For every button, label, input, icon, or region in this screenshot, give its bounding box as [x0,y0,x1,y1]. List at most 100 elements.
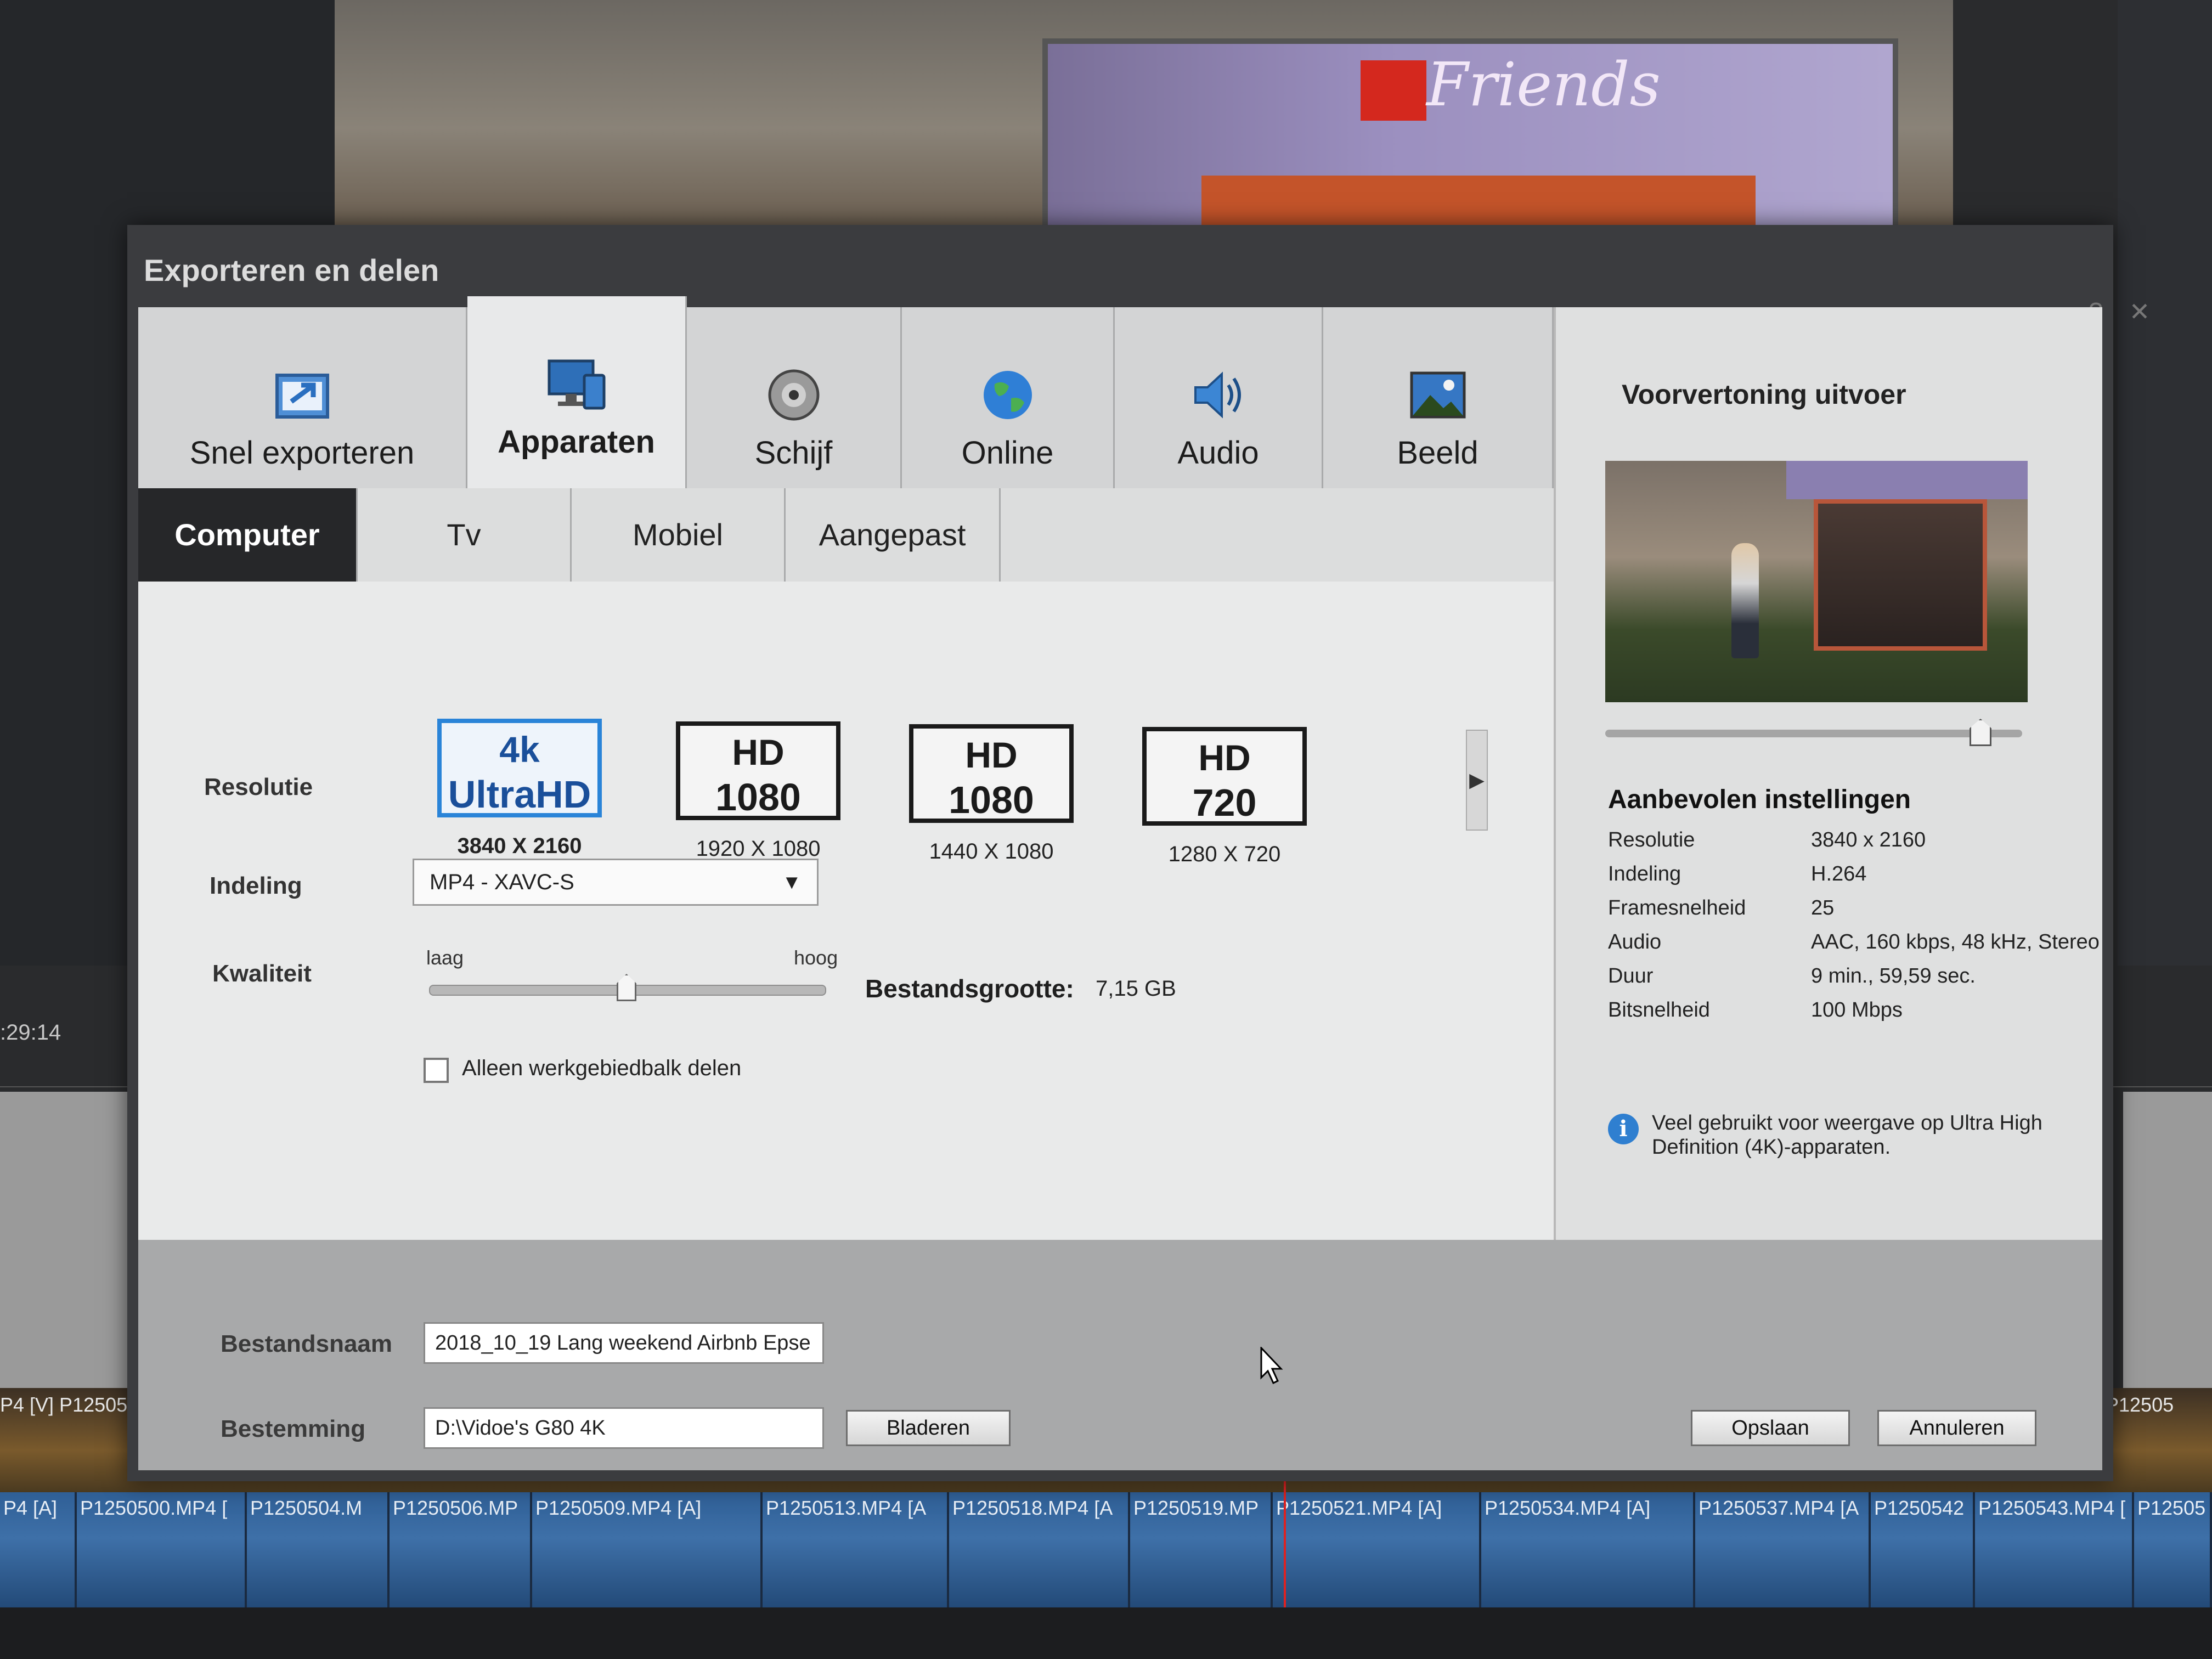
destination-label: Bestemming [221,1415,366,1442]
audio-clip[interactable]: P1250506.MP [390,1492,532,1607]
subtab-computer[interactable]: Computer [138,488,358,582]
save-button[interactable]: Opslaan [1691,1410,1850,1446]
audio-clip[interactable]: P1250537.MP4 [A [1695,1492,1871,1607]
quality-label: Kwaliteit [212,960,312,987]
audio-clip[interactable]: P1250521.MP4 [A] [1273,1492,1481,1607]
quality-low-label: laag [426,946,464,969]
tab-online[interactable]: Online [902,307,1115,488]
recommended-value: H.264 [1811,862,1867,885]
resolution-line1: HD [732,732,785,772]
resolution-line2: UltraHD [448,773,591,816]
resolution-line2: 1080 [715,776,801,819]
info-icon: i [1608,1114,1639,1144]
audio-clip[interactable]: P1250518.MP4 [A [949,1492,1130,1607]
workarea-only-checkbox[interactable] [424,1058,449,1083]
audio-clip[interactable]: P1250519.MP [1130,1492,1273,1607]
mouse-cursor-icon [1260,1347,1283,1385]
resolution-line2: 720 [1192,781,1257,824]
tab-apparaten[interactable]: Apparaten [467,296,687,488]
format-value: MP4 - XAVC-S [430,870,574,894]
resolution-scroll-right-button[interactable]: ▶ [1466,730,1488,831]
editor-bottom-area [0,1607,2212,1659]
subtab-bar-filler [1001,488,1554,582]
resolution-line1: HD [1198,737,1251,778]
quality-high-label: hoog [794,946,838,969]
browse-button[interactable]: Bladeren [846,1410,1011,1446]
recommended-value: 25 [1811,896,1835,919]
recommended-key: Bitsnelheid [1608,998,1710,1022]
audio-clip[interactable]: P12505 [2134,1492,2212,1607]
recommended-value: 100 Mbps [1811,998,1903,1022]
audio-clip[interactable]: P1250509.MP4 [A] [532,1492,763,1607]
resolution-option-hd1080-1440[interactable]: HD 1080 [909,724,1074,823]
resolution-option-hd720[interactable]: HD 720 [1142,727,1307,826]
subtab-aangepast[interactable]: Aangepast [786,488,1001,582]
resolution-caption: 3840 X 2160 [457,834,582,858]
destination-input[interactable]: D:\Vidoe's G80 4K [424,1407,824,1449]
audio-clip[interactable]: P4 [A] [0,1492,77,1607]
resolution-caption: 1920 X 1080 [696,837,821,861]
filename-input[interactable]: 2018_10_19 Lang weekend Airbnb Epse [424,1322,824,1364]
recommended-key: Indeling [1608,862,1681,885]
preview-person [1731,543,1759,658]
audio-clip[interactable]: P1250534.MP4 [A] [1481,1492,1695,1607]
disc-icon [761,368,827,422]
audio-clip[interactable]: P1250504.M [247,1492,390,1607]
resolution-option-4k[interactable]: 4k UltraHD [437,719,602,817]
audio-clip[interactable]: P1250543.MP4 [ [1975,1492,2134,1607]
subtab-tv[interactable]: Tv [358,488,572,582]
subtab-mobiel[interactable]: Mobiel [572,488,786,582]
video-track-label-right: P12505 [2106,1393,2174,1416]
audio-clip[interactable]: P1250513.MP4 [A [763,1492,949,1607]
globe-icon [975,368,1041,422]
format-label: Indeling [210,872,302,899]
resolution-label: Resolutie [204,774,313,800]
lego-logo [1361,60,1426,121]
timeline-audio-track[interactable]: P4 [A] P1250500.MP4 [ P1250504.M P125050… [0,1492,2212,1607]
tab-beeld[interactable]: Beeld [1323,307,1554,488]
export-dialog: Exporteren en delen ? ✕ Snel exporteren … [127,225,2150,1481]
preview-scrub-track[interactable] [1605,730,2022,737]
tab-label: Snel exporteren [189,435,415,471]
chevron-down-icon: ▼ [782,871,802,893]
resolution-caption: 1440 X 1080 [929,839,1054,864]
tab-label: Online [961,435,1054,471]
recommended-key: Duur [1608,964,1654,988]
recommended-key: Audio [1608,930,1662,953]
close-icon[interactable]: ✕ [2124,296,2155,327]
recommended-key: Framesnelheid [1608,896,1746,919]
audio-clip[interactable]: P1250542 [1871,1492,1975,1607]
preview-panel: Voorvertoning uitvoer Aanbevolen instell… [1554,307,2102,1240]
cancel-button[interactable]: Annuleren [1877,1410,2036,1446]
dialog-title: Exporteren en delen [144,253,439,287]
timeline-timecode: :29:14 [0,1020,61,1045]
audio-clip[interactable]: P1250500.MP4 [ [77,1492,247,1607]
recommended-value: AAC, 160 kbps, 48 kHz, Stereo [1811,930,2100,953]
preview-banner [1786,461,2028,499]
format-dropdown[interactable]: MP4 - XAVC-S ▼ [413,859,819,906]
editor-right-panel [2118,0,2212,966]
tab-audio[interactable]: Audio [1115,307,1323,488]
tab-label: Apparaten [498,424,655,460]
resolution-option-hd1080-1920[interactable]: HD 1080 [676,721,840,820]
recommended-value: 9 min., 59,59 sec. [1811,964,1976,988]
preview-scrub-thumb[interactable] [1970,719,1991,746]
devices-icon [544,357,610,411]
speaker-icon [1186,368,1251,422]
tab-snel-exporteren[interactable]: Snel exporteren [138,307,467,488]
tab-schijf[interactable]: Schijf [687,307,902,488]
resolution-line1: HD [965,735,1018,775]
preview-title: Voorvertoning uitvoer [1622,379,1906,410]
banner-text: Friends [1426,49,1661,120]
dialog-content: Snel exporteren Apparaten Schijf Online … [138,296,2102,1240]
recommended-key: Resolutie [1608,828,1695,851]
workarea-only-label[interactable]: Alleen werkgebiedbalk delen [462,1056,741,1081]
resolution-line2: 1080 [949,778,1034,821]
quick-export-icon [269,368,335,422]
settings-panel [138,582,1554,1240]
info-text: Veel gebruikt voor weergave op Ultra Hig… [1652,1111,2042,1159]
filename-label: Bestandsnaam [221,1330,393,1357]
resolution-line1: 4k [499,729,540,770]
preview-door [1814,499,1987,651]
resolution-caption: 1280 X 720 [1168,842,1281,866]
